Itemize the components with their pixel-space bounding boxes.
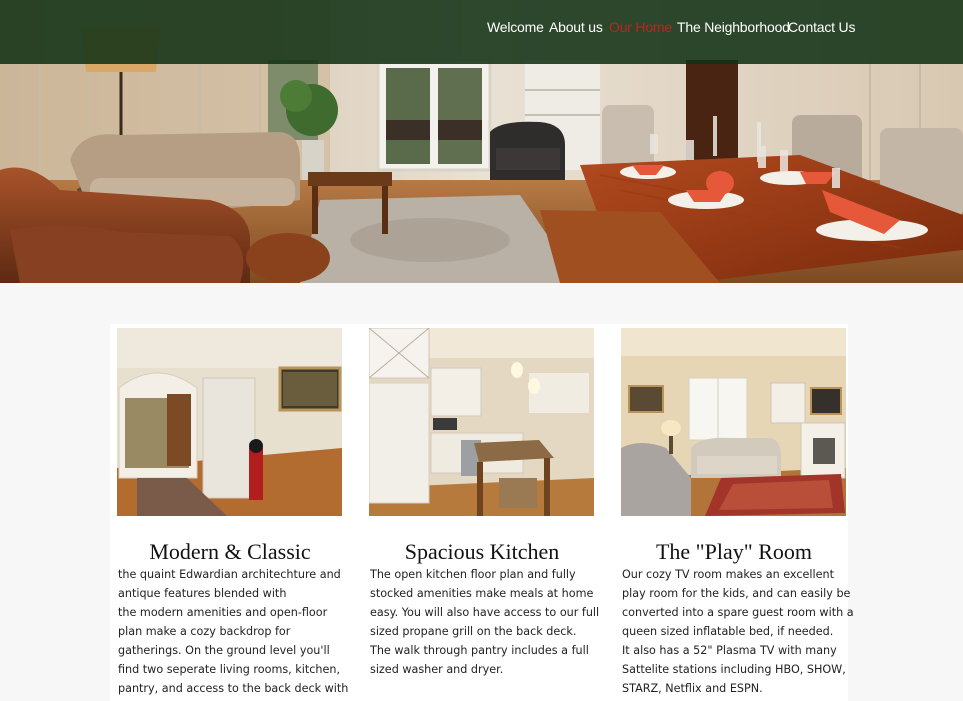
hallway-photo (117, 328, 342, 516)
nav-link-contact-us[interactable]: Contact Us (788, 19, 855, 35)
top-navigation: Welcome About us Our Home The Neighborho… (0, 0, 963, 64)
feature-card-modern-classic: Modern & Classic the quaint Edwardian ar… (117, 328, 348, 695)
nav-link-welcome[interactable]: Welcome (487, 19, 544, 35)
card-title: Spacious Kitchen (404, 539, 560, 564)
card-text-line: easy. You will also have access to our f… (370, 606, 600, 619)
feature-card-spacious-kitchen: Spacious Kitchen The open kitchen floor … (369, 328, 599, 676)
card-text-line: plan make a cozy backdrop for (118, 625, 291, 638)
kitchen-photo (369, 328, 594, 516)
card-text-line: find two seperate living rooms, kitchen, (118, 663, 341, 676)
card-text-line: play room for the kids, and can easily b… (622, 587, 851, 600)
tv-room-photo (621, 328, 846, 516)
card-text-line: queen sized inflatable bed, if needed. (622, 625, 834, 638)
card-text-line: converted into a spare guest room with a (622, 606, 854, 619)
card-text-line: gatherings. On the ground level you'll (118, 644, 330, 657)
card-text-line: Sattelite stations including HBO, SHOW, (622, 663, 846, 676)
card-text-line: the quaint Edwardian architechture and (118, 568, 341, 581)
card-text-line: The open kitchen floor plan and fully (370, 568, 576, 581)
nav-link-the-neighborhood[interactable]: The Neighborhood (677, 19, 790, 35)
card-description: The open kitchen floor plan and fully st… (370, 565, 602, 679)
card-text-line: Our cozy TV room makes an excellent (622, 568, 834, 581)
card-text-line: stocked amenities make meals at home (370, 587, 594, 600)
card-text-line: antique features blended with (118, 587, 287, 600)
card-text-line: STARZ, Netflix and ESPN. (622, 682, 763, 695)
hero-image: Welcome About us Our Home The Neighborho… (0, 0, 963, 283)
nav-link-our-home[interactable]: Our Home (609, 19, 672, 35)
card-text-line: the modern amenities and open-floor (118, 606, 328, 619)
card-text-line: pantry, and access to the back deck with (118, 682, 349, 695)
nav-link-about-us[interactable]: About us (549, 19, 603, 35)
card-title: The "Play" Room (655, 539, 813, 564)
card-text-line: It also has a 52" Plasma TV with many (622, 644, 837, 657)
card-text-line: sized washer and dryer. (370, 663, 504, 676)
card-text-line: The walk through pantry includes a full (370, 644, 589, 657)
feature-card-play-room: The "Play" Room Our cozy TV room makes a… (621, 328, 854, 695)
card-title: Modern & Classic (149, 539, 311, 564)
card-description: Our cozy TV room makes an excellent play… (622, 565, 854, 698)
card-description: the quaint Edwardian architechture and a… (118, 565, 350, 698)
card-text-line: sized propane grill on the back deck. (370, 625, 577, 638)
feature-section: Modern & Classic the quaint Edwardian ar… (110, 324, 854, 701)
